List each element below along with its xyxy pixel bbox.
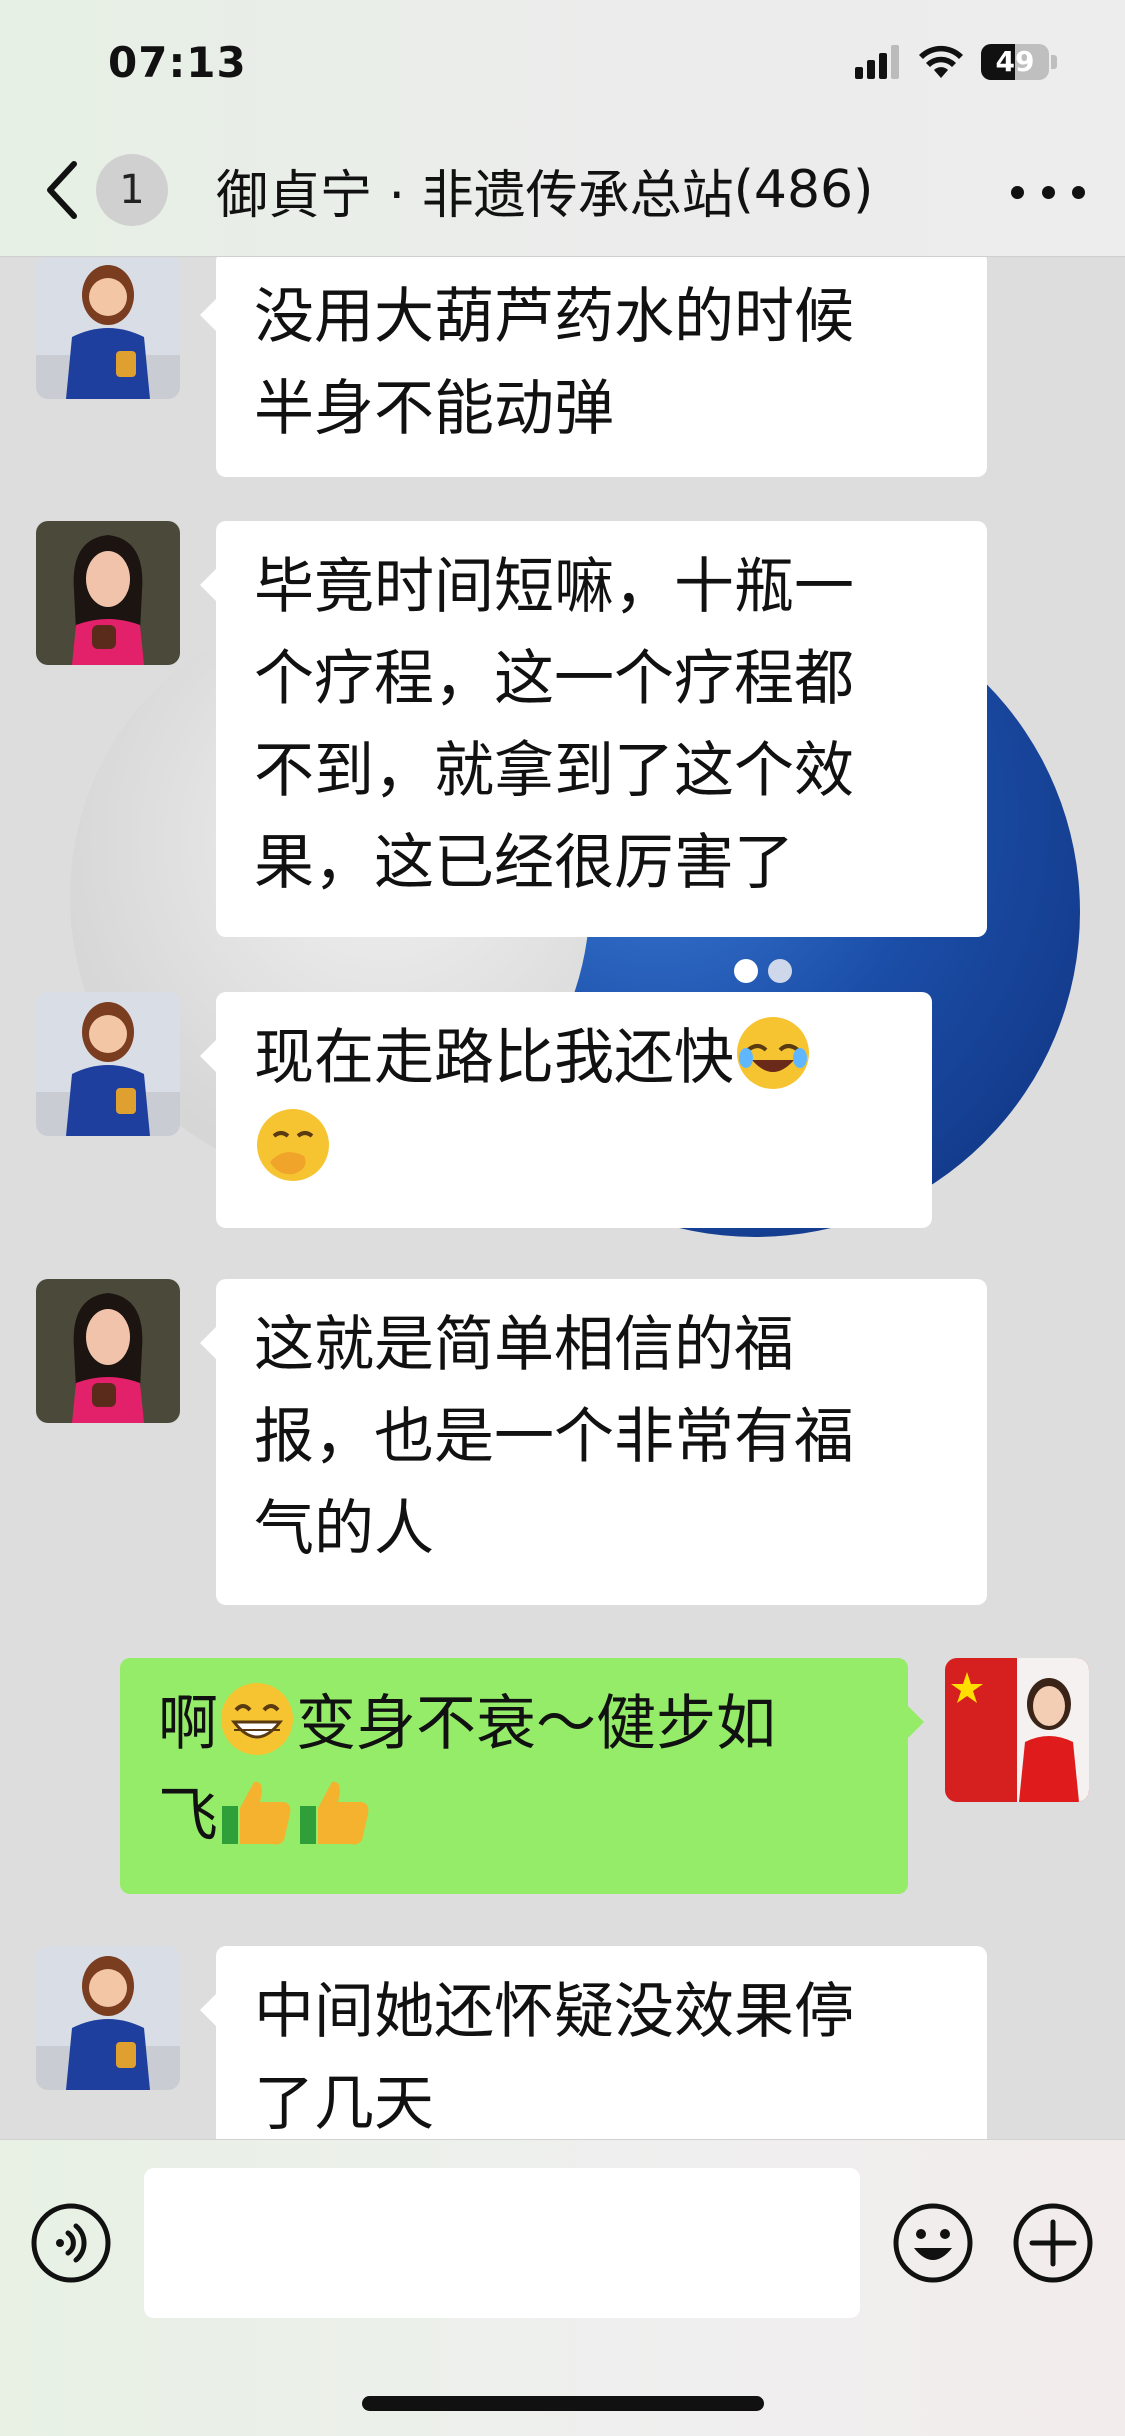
message-bubble[interactable]: 没用大葫芦药水的时候 半身不能动弹 [200,257,987,477]
message-text: 报，也是一个非常有福 [254,1402,854,1472]
chat-title[interactable]: 御貞宁 · 非遗传承总站 (486) [216,154,950,226]
voice-icon[interactable] [30,2202,112,2284]
message-text: 了几天 [254,2069,434,2139]
carousel-dots [734,959,792,983]
message-bubble[interactable]: 中间她还怀疑没效果停 了几天 [200,1946,987,2139]
message-text: 飞 [158,1781,218,1851]
message-bubble[interactable]: 现在走路比我还快 [200,992,932,1228]
message-text: 现在走路比我还快 [254,1023,734,1093]
group-name: 御貞宁 · 非遗传承总站 [216,165,734,226]
chat-screen: 07:13 49 1 御貞宁 · 非遗传承总站 (486) 没用大葫芦药水的时候… [0,0,1125,2436]
avatar[interactable] [36,992,180,1136]
message-text: 半身不能动弹 [254,374,614,444]
grinning-face-emoji-icon [221,1683,293,1755]
message-text: 果，这已经很厉害了 [254,828,794,898]
message-text: 气的人 [254,1494,434,1564]
home-indicator[interactable] [362,2396,764,2411]
status-time: 07:13 [108,38,247,87]
top-bar: 07:13 49 1 御貞宁 · 非遗传承总站 (486) [0,0,1125,257]
battery-icon: 49 [981,44,1057,80]
thumbs-up-emoji-icon [300,1781,369,1845]
message-bubble-self[interactable]: 啊 变身不衰～健步如 飞 [120,1658,924,1894]
status-icons: 49 [855,40,1057,84]
rolling-laughing-emoji-icon [737,1017,809,1089]
message-text: 个疗程，这一个疗程都 [254,644,854,714]
message-bubble[interactable]: 毕竟时间短嘛，十瓶一 个疗程，这一个疗程都 不到，就拿到了这个效 果，这已经很厉… [200,521,987,937]
hand-over-mouth-emoji-icon [257,1109,329,1181]
chat-history[interactable]: 没用大葫芦药水的时候 半身不能动弹 毕竟时间短嘛，十瓶一 个疗程，这一个疗程都 … [0,257,1125,2139]
cellular-signal-icon [855,45,899,79]
input-bar [0,2139,1125,2436]
message-text: 变身不衰～健步如 [296,1689,776,1759]
plus-icon[interactable] [1012,2202,1094,2284]
chevron-left-icon[interactable] [40,158,84,222]
message-text: 中间她还怀疑没效果停 [254,1977,854,2047]
message-text: 这就是简单相信的福 [254,1310,794,1380]
wifi-icon [919,45,963,78]
battery-level: 49 [995,45,1035,78]
message-bubble[interactable]: 这就是简单相信的福 报，也是一个非常有福 气的人 [200,1279,987,1605]
member-count: (486) [733,160,874,220]
message-text: 不到，就拿到了这个效 [254,736,854,806]
emoji-face-icon[interactable] [892,2202,974,2284]
avatar[interactable] [36,1279,180,1423]
more-dots-icon [1011,185,1024,199]
message-text: 没用大葫芦药水的时候 [254,282,854,352]
avatar[interactable] [36,521,180,665]
more-button[interactable] [1011,172,1085,212]
unread-count-badge[interactable]: 1 [96,154,168,226]
message-text: 毕竟时间短嘛，十瓶一 [254,552,854,622]
message-input[interactable] [144,2168,860,2318]
avatar[interactable] [36,1946,180,2090]
message-text: 啊 [158,1689,218,1759]
thumbs-up-emoji-icon [222,1781,291,1845]
avatar[interactable] [36,257,180,399]
avatar[interactable] [945,1658,1089,1802]
